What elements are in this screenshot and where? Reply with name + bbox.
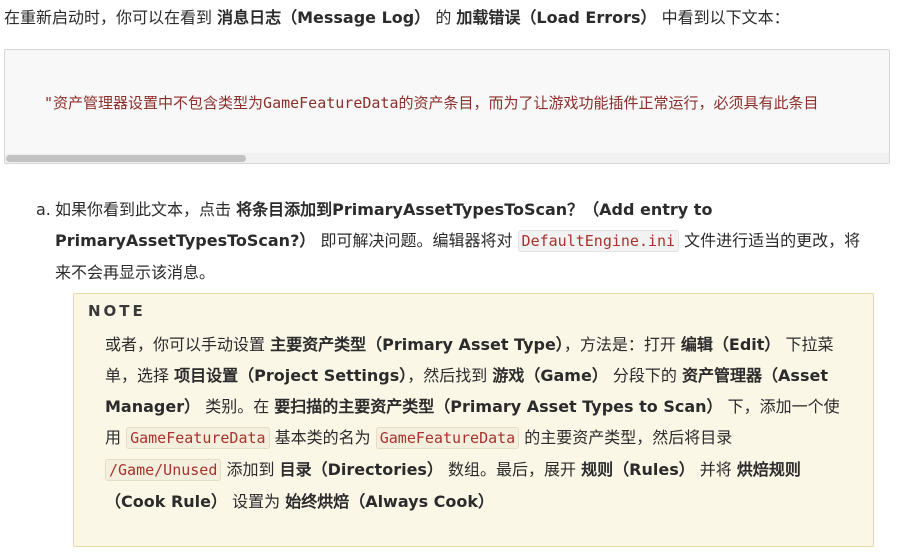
inline-code-gamefeaturedata: GameFeatureData (126, 427, 270, 449)
scrollbar-thumb[interactable] (6, 155, 246, 162)
note-text: 类别。在 (200, 397, 275, 416)
inline-code-game-unused: /Game/Unused (105, 459, 222, 481)
inline-code-gamefeaturedata: GameFeatureData (375, 427, 520, 449)
note-bold: 要扫描的主要资产类型（Primary Asset Types to Scan） (274, 397, 723, 416)
note-bold: 目录（Directories） (279, 460, 443, 479)
intro-text: 的 (430, 8, 457, 27)
inline-code-default-engine: DefaultEngine.ini (517, 230, 680, 252)
note-text: 或者，你可以手动设置 (105, 335, 271, 354)
code-line: "资产管理器设置中不包含类型为GameFeatureData的资产条目，而为了让… (44, 94, 819, 112)
list-item: a. 如果你看到此文本，点击 将条目添加到PrimaryAssetTypesTo… (36, 194, 876, 288)
list-item-text: 如果你看到此文本，点击 将条目添加到PrimaryAssetTypesToSca… (55, 194, 876, 288)
note-text: 基本类的名为 (269, 428, 376, 447)
item-text: 即可解决问题。编辑器将对 (315, 231, 518, 250)
note-text: 添加到 (221, 460, 280, 479)
note-text: ，然后找到 (407, 366, 493, 385)
horizontal-scrollbar[interactable] (5, 153, 889, 163)
note-text: 的主要资产类型，然后将目录 (519, 428, 733, 447)
intro-load-errors: 加载错误（Load Errors） (456, 8, 657, 27)
note-bold: 游戏（Game） (492, 366, 608, 385)
note-bold: 主要资产类型（Primary Asset Type） (270, 335, 564, 354)
list-marker: a. (36, 200, 51, 219)
intro-message-log: 消息日志（Message Log） (217, 8, 431, 27)
note-bold: 项目设置（Project Settings） (174, 366, 408, 385)
intro-text: 在重新启动时，你可以在看到 (4, 8, 218, 27)
note-bold: 始终烘焙（Always Cook） (285, 492, 495, 511)
note-bold: 编辑（Edit） (680, 335, 781, 354)
note-text: 分段下的 (607, 366, 683, 385)
intro-paragraph: 在重新启动时，你可以在看到 消息日志（Message Log） 的 加载错误（L… (4, 6, 896, 30)
note-text: ，方法是：打开 (563, 335, 681, 354)
code-block: "资产管理器设置中不包含类型为GameFeatureData的资产条目，而为了让… (4, 49, 890, 164)
note-text: 并将 (694, 460, 737, 479)
note-text: 数组。最后，展开 (442, 460, 582, 479)
intro-text: 中看到以下文本： (656, 8, 790, 27)
note-callout: NOTE 或者，你可以手动设置 主要资产类型（Primary Asset Typ… (73, 293, 874, 547)
note-text: 设置为 (227, 492, 286, 511)
note-body: 或者，你可以手动设置 主要资产类型（Primary Asset Type），方法… (105, 329, 850, 517)
item-text: 如果你看到此文本，点击 (55, 200, 237, 219)
note-bold: 规则（Rules） (581, 460, 695, 479)
note-title: NOTE (88, 302, 146, 320)
